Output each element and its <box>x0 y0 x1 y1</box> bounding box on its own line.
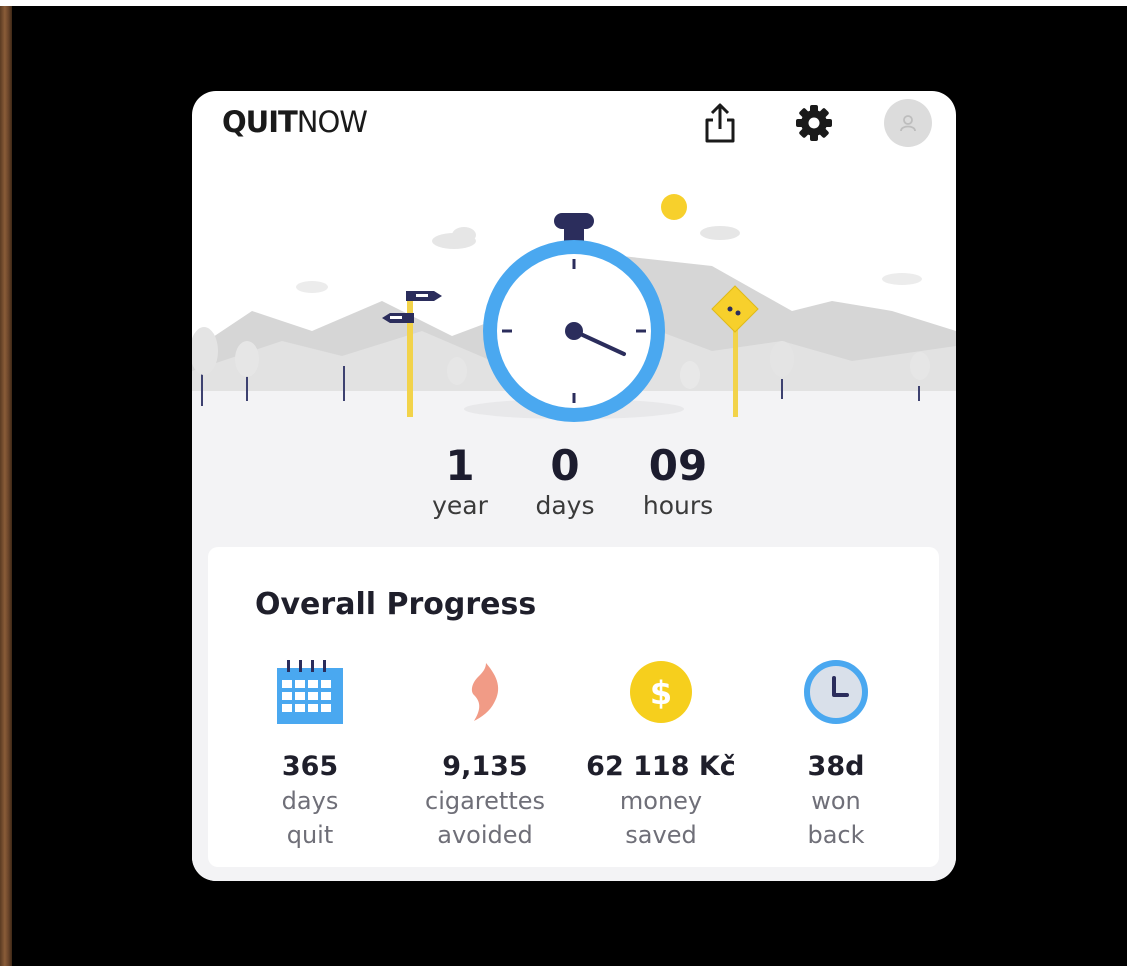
flame-icon <box>471 663 499 721</box>
days-value: 0 <box>550 441 580 490</box>
stat-value: 365 <box>281 751 339 782</box>
user-icon <box>900 115 916 132</box>
stat-label-line2: quit <box>286 821 334 849</box>
avatar[interactable] <box>884 99 932 147</box>
stat-label-line2: saved <box>625 821 697 849</box>
app-logo: QUITNOW <box>222 105 368 139</box>
app-card: QUITNOW 1 year 0 days 09 hours Overall P… <box>192 91 956 881</box>
hours-value: 09 <box>648 441 708 490</box>
share-icon <box>705 103 735 143</box>
calendar-icon <box>277 660 343 724</box>
overall-progress-card[interactable]: Overall Progress 365 days quit 9,135 cig… <box>208 547 939 867</box>
gear-icon <box>796 105 832 141</box>
stat-label-line2: back <box>807 821 865 849</box>
days-label: days <box>535 491 595 520</box>
settings-button[interactable] <box>790 99 838 147</box>
stat-money-saved[interactable]: $ 62 118 Kč money saved <box>576 657 746 851</box>
hours-label: hours <box>642 491 714 520</box>
stat-label-line1: money <box>619 787 703 815</box>
timer-hours: 09 hours <box>638 443 718 521</box>
stat-time-won-back[interactable]: 38d won back <box>751 657 921 851</box>
progress-title: Overall Progress <box>255 587 537 622</box>
years-label: year <box>432 491 488 520</box>
wood-background <box>0 0 12 966</box>
stat-value: 62 118 Kč <box>586 751 736 782</box>
svg-text:$: $ <box>650 674 672 712</box>
timer-years: 1 year <box>432 443 488 521</box>
stat-days-quit[interactable]: 365 days quit <box>225 657 395 851</box>
stat-label-line1: won <box>811 787 861 815</box>
clock-icon <box>804 660 868 724</box>
stat-label-line1: days <box>281 787 339 815</box>
years-value: 1 <box>445 441 475 490</box>
dollar-coin-icon: $ <box>630 661 692 723</box>
top-strip <box>0 0 1127 6</box>
stat-value: 9,135 <box>442 751 528 782</box>
stat-label-line2: avoided <box>437 821 533 849</box>
stat-label-line1: cigarettes <box>425 787 545 815</box>
stat-value: 38d <box>807 751 865 782</box>
share-button[interactable] <box>696 99 744 147</box>
stat-cigarettes-avoided[interactable]: 9,135 cigarettes avoided <box>400 657 570 851</box>
timer-days: 0 days <box>530 443 600 521</box>
